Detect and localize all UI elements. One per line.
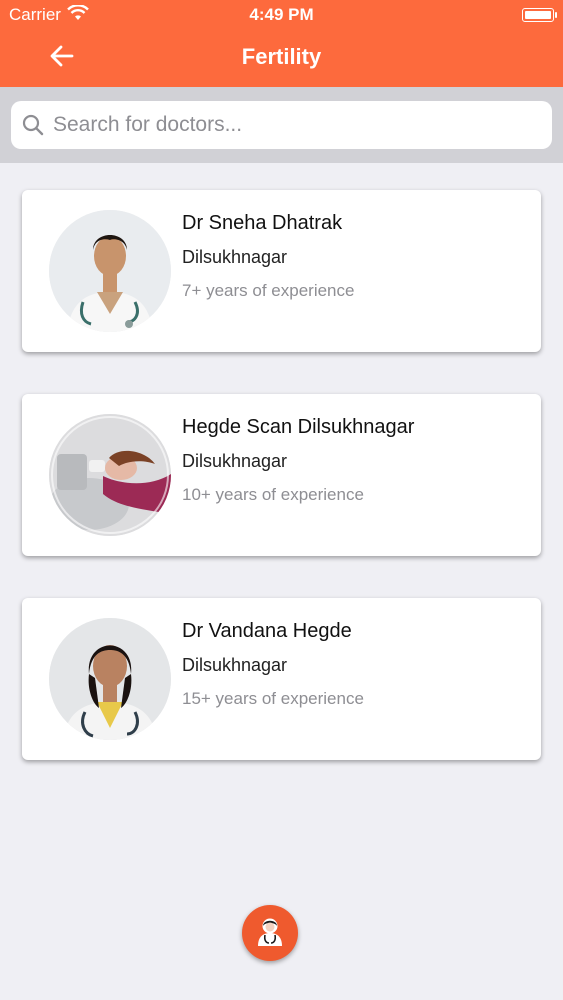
status-time: 4:49 PM — [249, 5, 314, 24]
doctor-avatar — [49, 210, 171, 332]
doctor-card[interactable]: Dr Sneha Dhatrak Dilsukhnagar 7+ years o… — [22, 190, 541, 352]
doctor-location: Dilsukhnagar — [182, 247, 288, 267]
doctor-experience: 7+ years of experience — [182, 281, 355, 300]
status-bar: Carrier 4:49 PM — [0, 0, 563, 30]
floating-doctor-button[interactable] — [242, 905, 298, 961]
doctor-card[interactable]: Dr Vandana Hegde Dilsukhnagar 15+ years … — [22, 598, 541, 760]
search-box[interactable] — [11, 101, 552, 149]
app-header: Carrier 4:49 PM Fertility — [0, 0, 563, 87]
doctor-avatar — [49, 618, 171, 740]
doctor-name: Hegde Scan Dilsukhnagar — [182, 416, 415, 438]
doctor-location: Dilsukhnagar — [182, 451, 288, 471]
doctor-experience: 15+ years of experience — [182, 689, 364, 708]
search-icon — [21, 113, 45, 137]
doctor-card[interactable]: Hegde Scan Dilsukhnagar Dilsukhnagar 10+… — [22, 394, 541, 556]
doctor-avatar-icon — [256, 916, 284, 951]
doctor-avatar — [49, 414, 171, 536]
doctor-name: Dr Sneha Dhatrak — [182, 212, 343, 234]
doctor-name: Dr Vandana Hegde — [182, 620, 352, 642]
battery-icon — [522, 8, 557, 22]
doctor-location: Dilsukhnagar — [182, 655, 288, 675]
search-input[interactable] — [51, 112, 535, 138]
page-title: Fertility — [241, 44, 322, 69]
doctor-experience: 10+ years of experience — [182, 485, 364, 504]
search-bar-container — [0, 87, 563, 163]
